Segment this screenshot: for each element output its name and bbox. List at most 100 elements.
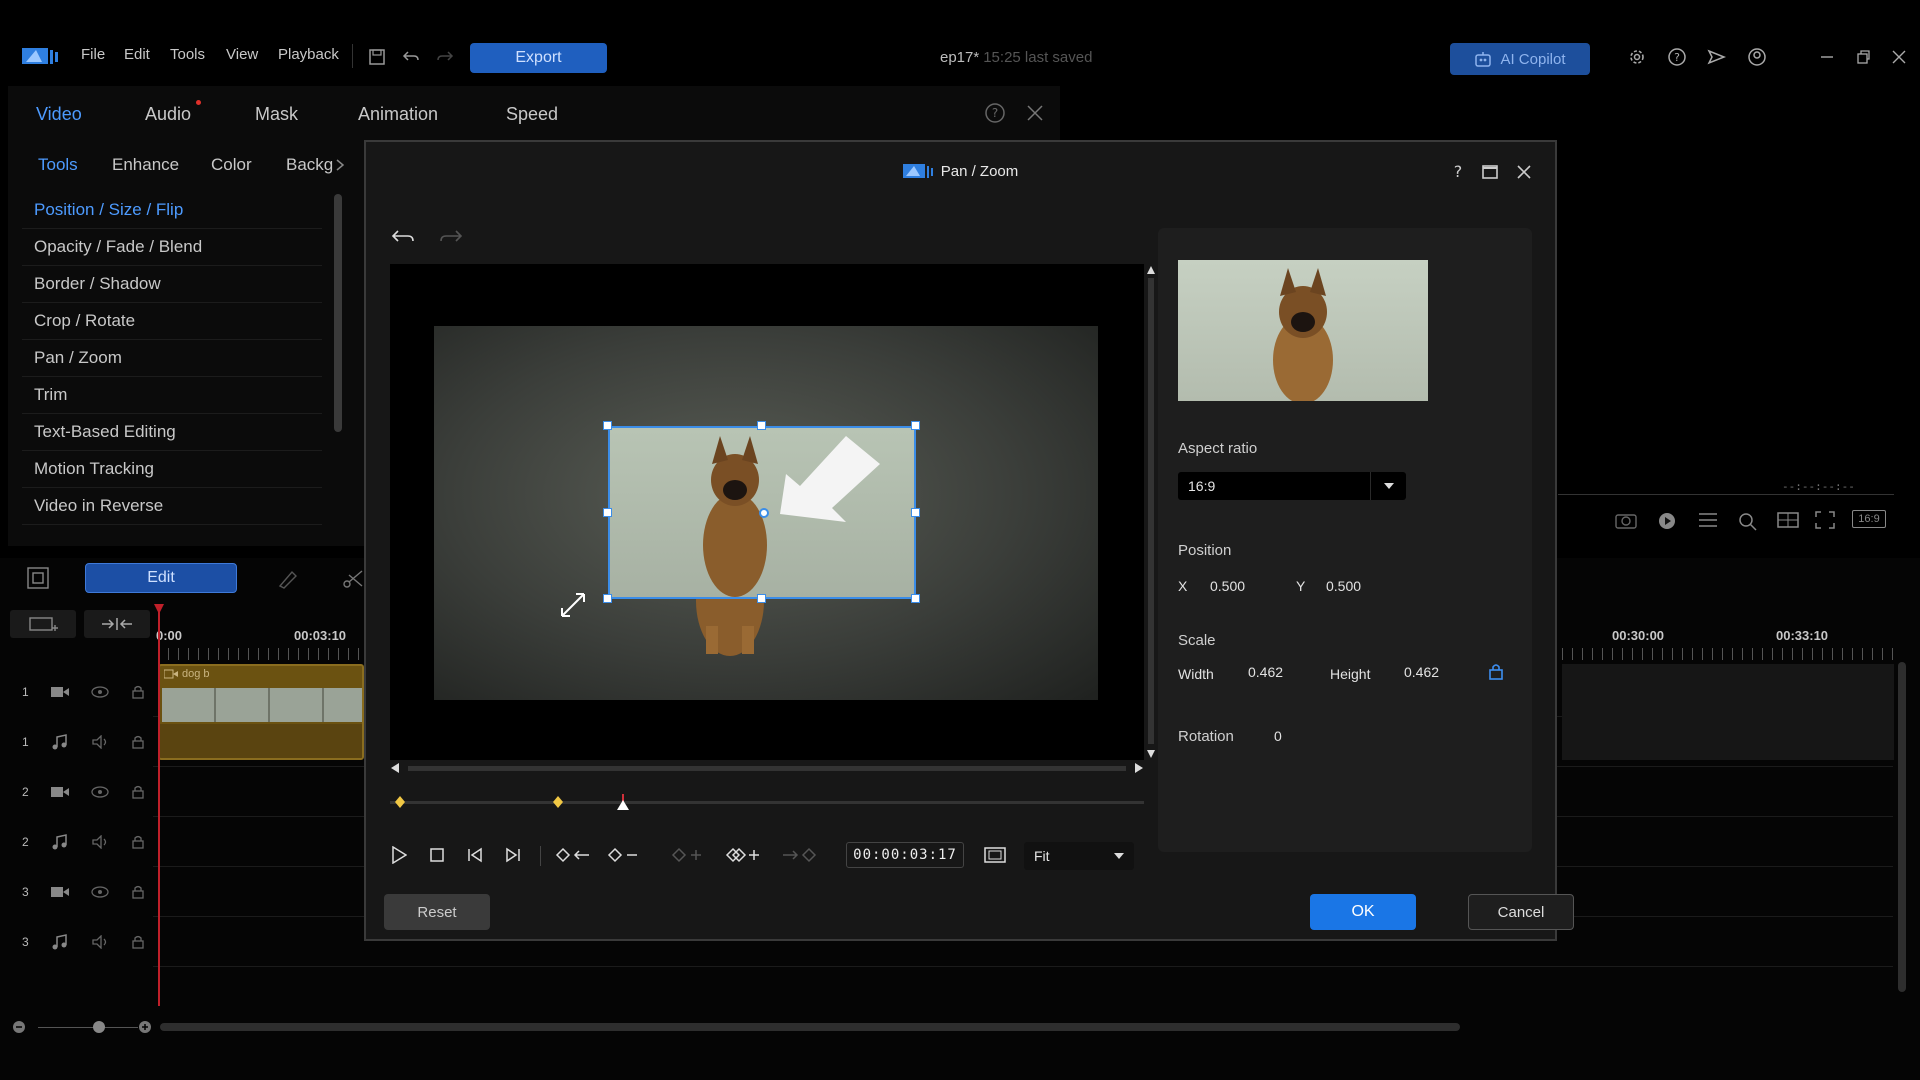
list-icon[interactable] — [1696, 510, 1720, 530]
tool-pan-zoom[interactable]: Pan / Zoom — [22, 340, 322, 377]
undo-icon[interactable] — [398, 44, 424, 70]
timeline-horizontal-scrollbar[interactable] — [160, 1023, 1460, 1031]
timecode-display[interactable]: 00:00:03:17 — [846, 842, 964, 868]
dialog-help-icon[interactable]: ? — [1450, 162, 1466, 180]
previous-keyframe-icon[interactable] — [554, 840, 594, 870]
lock-icon[interactable] — [131, 735, 145, 749]
add-keyframe-disabled-icon[interactable] — [670, 840, 706, 870]
speaker-icon[interactable] — [91, 935, 109, 949]
dialog-redo-icon[interactable] — [438, 228, 464, 246]
zoom-out-icon[interactable] — [12, 1020, 26, 1034]
position-x-input[interactable]: 0.500 — [1210, 578, 1245, 594]
feedback-icon[interactable] — [1704, 44, 1730, 70]
scale-width-input[interactable]: 0.462 — [1248, 664, 1283, 680]
tab-video[interactable]: Video — [36, 104, 82, 125]
tab-speed[interactable]: Speed — [506, 104, 558, 125]
tool-text-based-editing[interactable]: Text-Based Editing — [22, 414, 322, 451]
aspect-lock-icon[interactable] — [1488, 662, 1504, 680]
tab-mask[interactable]: Mask — [255, 104, 298, 125]
lock-icon[interactable] — [131, 785, 145, 799]
chevron-right-icon[interactable] — [335, 158, 345, 172]
save-icon[interactable] — [364, 44, 390, 70]
ai-copilot-button[interactable]: AI Copilot — [1450, 43, 1590, 75]
tool-border-shadow[interactable]: Border / Shadow — [22, 266, 322, 303]
subtab-tools[interactable]: Tools — [38, 155, 78, 175]
reset-button[interactable]: Reset — [384, 894, 490, 930]
zoom-fit-select[interactable]: Fit — [1024, 842, 1134, 870]
close-app-icon[interactable] — [1886, 44, 1912, 70]
redo-icon[interactable] — [432, 44, 458, 70]
help-icon[interactable]: ? — [1664, 44, 1690, 70]
keyframe-track[interactable] — [390, 792, 1144, 812]
tool-position-size-flip[interactable]: Position / Size / Flip — [22, 192, 322, 229]
eye-icon[interactable] — [91, 886, 109, 898]
tool-motion-tracking[interactable]: Motion Tracking — [22, 451, 322, 488]
zoom-selection-box[interactable] — [608, 426, 916, 599]
resize-handle-top-right[interactable] — [911, 421, 920, 430]
speaker-icon[interactable] — [91, 835, 109, 849]
safe-zone-icon[interactable] — [980, 840, 1010, 870]
lock-icon[interactable] — [131, 935, 145, 949]
aspect-ratio-badge[interactable]: 16:9 — [1852, 510, 1886, 528]
center-anchor-point[interactable] — [759, 508, 769, 518]
tool-trim[interactable]: Trim — [22, 377, 322, 414]
fullscreen-icon[interactable] — [1814, 510, 1836, 530]
zoom-search-icon[interactable] — [1736, 510, 1760, 532]
panel-close-icon[interactable] — [1026, 104, 1044, 122]
minimize-icon[interactable] — [1814, 44, 1840, 70]
resize-handle-bottom[interactable] — [757, 594, 766, 603]
scissors-icon[interactable] — [342, 568, 364, 590]
subtab-color[interactable]: Color — [211, 155, 252, 175]
preview-vertical-scrollbar[interactable] — [1146, 264, 1156, 760]
timeline-layout-icon[interactable] — [26, 566, 50, 590]
tab-audio[interactable]: Audio — [145, 104, 191, 125]
add-track-icon[interactable] — [10, 610, 76, 638]
duplicate-keyframe-icon[interactable] — [724, 840, 764, 870]
eye-icon[interactable] — [91, 786, 109, 798]
resize-handle-left[interactable] — [603, 508, 612, 517]
zoom-slider-track[interactable] — [38, 1027, 138, 1028]
resize-handle-top-left[interactable] — [603, 421, 612, 430]
aspect-ratio-select[interactable]: 16:9 — [1178, 472, 1406, 500]
subtab-background[interactable]: Backg — [286, 155, 333, 175]
zoom-in-icon[interactable] — [138, 1020, 152, 1034]
tools-scrollbar[interactable] — [334, 194, 342, 432]
tool-opacity-fade-blend[interactable]: Opacity / Fade / Blend — [22, 229, 322, 266]
subtab-enhance[interactable]: Enhance — [112, 155, 179, 175]
edit-button[interactable]: Edit — [85, 563, 237, 593]
playback-settings-icon[interactable] — [1656, 510, 1680, 530]
dialog-undo-icon[interactable] — [390, 228, 416, 246]
lock-icon[interactable] — [131, 835, 145, 849]
remove-keyframe-icon[interactable] — [606, 840, 642, 870]
panel-help-icon[interactable]: ? — [984, 102, 1006, 124]
timeline-vertical-scrollbar[interactable] — [1898, 662, 1906, 992]
snapshot-camera-icon[interactable] — [1614, 510, 1638, 530]
resize-handle-right[interactable] — [911, 508, 920, 517]
tool-crop-rotate[interactable]: Crop / Rotate — [22, 303, 322, 340]
dialog-close-icon[interactable] — [1516, 164, 1532, 180]
play-icon[interactable] — [384, 840, 414, 870]
previous-frame-icon[interactable] — [460, 840, 490, 870]
tool-video-in-reverse[interactable]: Video in Reverse — [22, 488, 322, 525]
position-y-input[interactable]: 0.500 — [1326, 578, 1361, 594]
stop-icon[interactable] — [422, 840, 452, 870]
lock-icon[interactable] — [131, 685, 145, 699]
video-clip[interactable]: dog b — [158, 664, 364, 760]
ok-button[interactable]: OK — [1310, 894, 1416, 930]
export-button[interactable]: Export — [470, 43, 607, 73]
next-frame-icon[interactable] — [498, 840, 528, 870]
resize-handle-bottom-right[interactable] — [911, 594, 920, 603]
cancel-button[interactable]: Cancel — [1468, 894, 1574, 930]
grid-layout-icon[interactable] — [1776, 510, 1800, 530]
menu-playback[interactable]: Playback — [278, 46, 339, 63]
zoom-slider-thumb[interactable] — [93, 1021, 105, 1033]
account-icon[interactable] — [1744, 44, 1770, 70]
eye-icon[interactable] — [91, 686, 109, 698]
timeline-playhead[interactable] — [158, 606, 160, 1006]
fit-timeline-icon[interactable] — [84, 610, 150, 638]
dialog-maximize-icon[interactable] — [1482, 164, 1498, 180]
pen-icon[interactable] — [276, 568, 300, 590]
tab-animation[interactable]: Animation — [358, 104, 438, 125]
menu-tools[interactable]: Tools — [170, 46, 205, 63]
speaker-icon[interactable] — [91, 735, 109, 749]
